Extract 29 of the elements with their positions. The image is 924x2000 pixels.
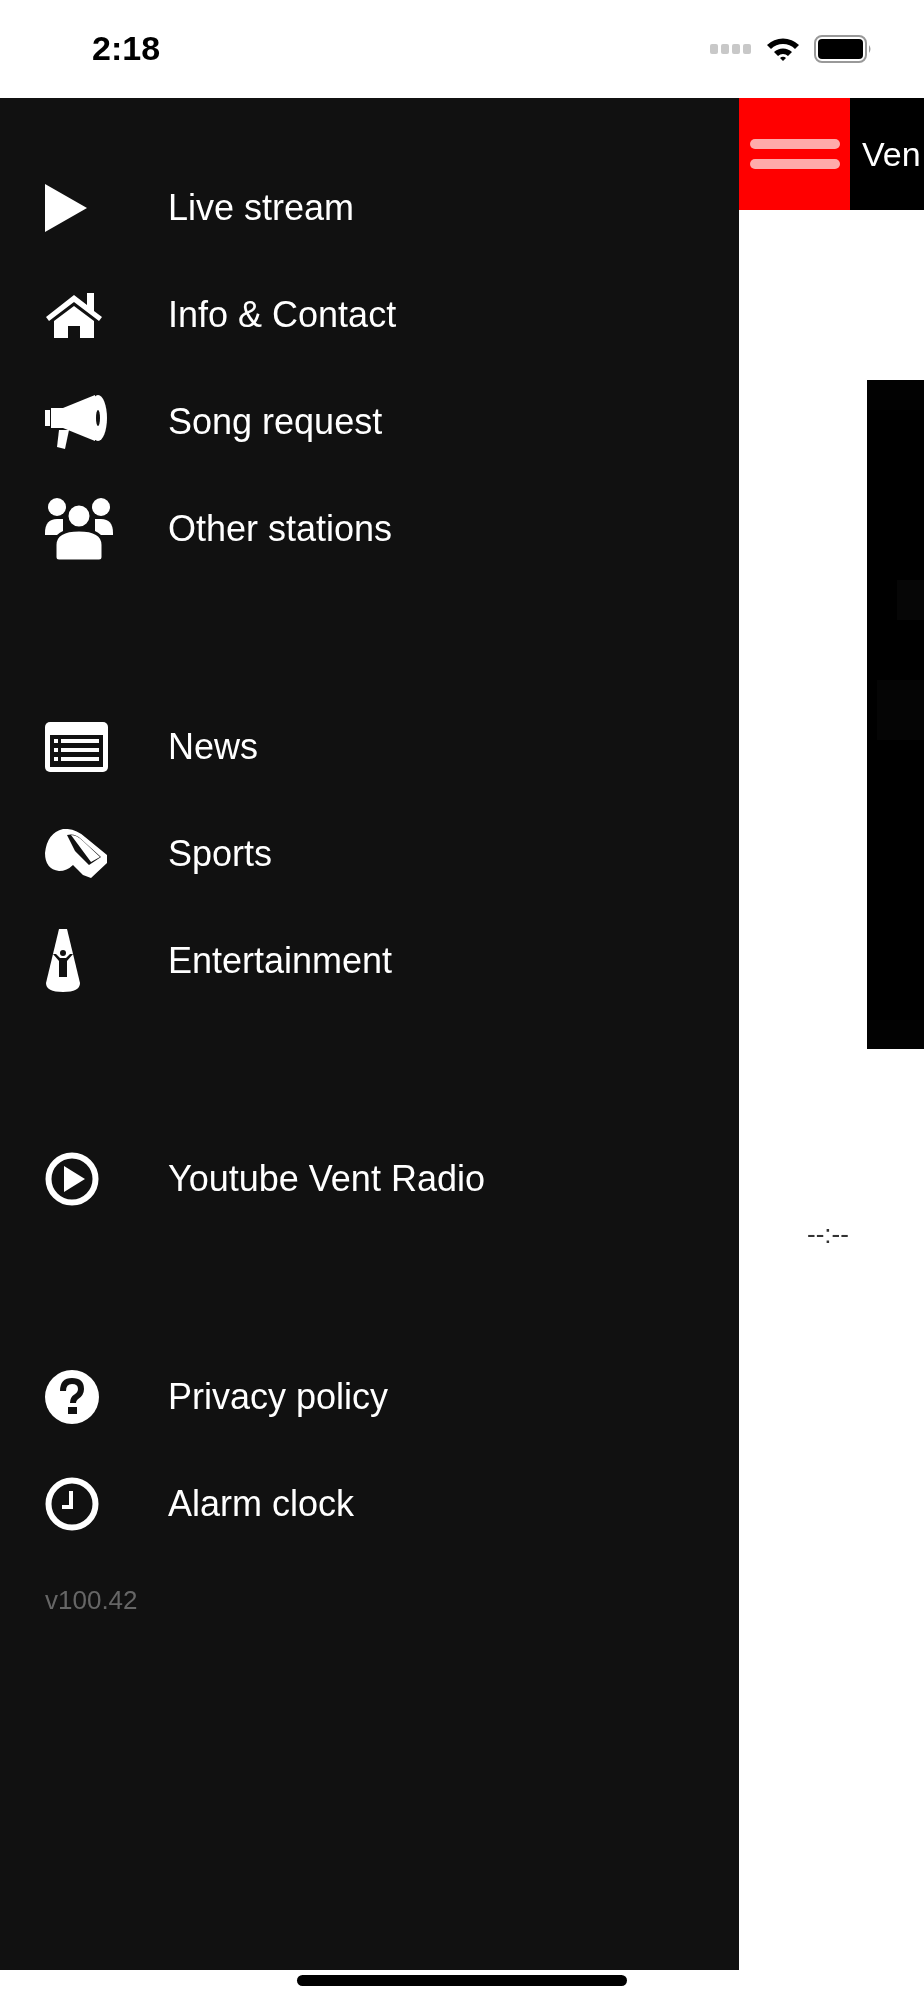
menu-item[interactable]: Youtube Vent Radio — [0, 1125, 739, 1232]
playback-time: --:-- — [807, 1219, 849, 1250]
menu-item[interactable]: Sports — [0, 800, 739, 907]
play-circle-icon — [45, 1151, 99, 1206]
menu-item[interactable]: Song request — [0, 368, 739, 475]
status-time: 2:18 — [92, 28, 161, 68]
menu-item[interactable]: Alarm clock — [0, 1450, 739, 1557]
version-label: v100.42 — [45, 1585, 138, 1616]
help-icon — [45, 1369, 99, 1424]
newspaper-icon — [45, 721, 108, 772]
spotlight-icon — [45, 928, 81, 993]
house-icon — [45, 291, 103, 338]
header-title: Ven — [862, 134, 921, 174]
people-icon — [45, 496, 113, 561]
menu-item[interactable]: Live stream — [0, 154, 739, 261]
menu-item[interactable]: Info & Contact — [0, 261, 739, 368]
menu-item[interactable]: Other stations — [0, 475, 739, 582]
battery-icon — [814, 35, 873, 63]
whistle-icon — [45, 828, 108, 879]
wifi-icon — [766, 36, 800, 62]
menu-item[interactable]: Privacy policy — [0, 1343, 739, 1450]
play-icon — [45, 183, 87, 232]
menu-item[interactable]: News — [0, 693, 739, 800]
menu-icon — [749, 139, 840, 169]
megaphone-icon — [45, 393, 109, 450]
menu-item[interactable]: Entertainment — [0, 907, 739, 1014]
clock-icon — [45, 1476, 99, 1531]
signal-icon — [710, 44, 752, 54]
menu-button[interactable] — [739, 98, 850, 210]
